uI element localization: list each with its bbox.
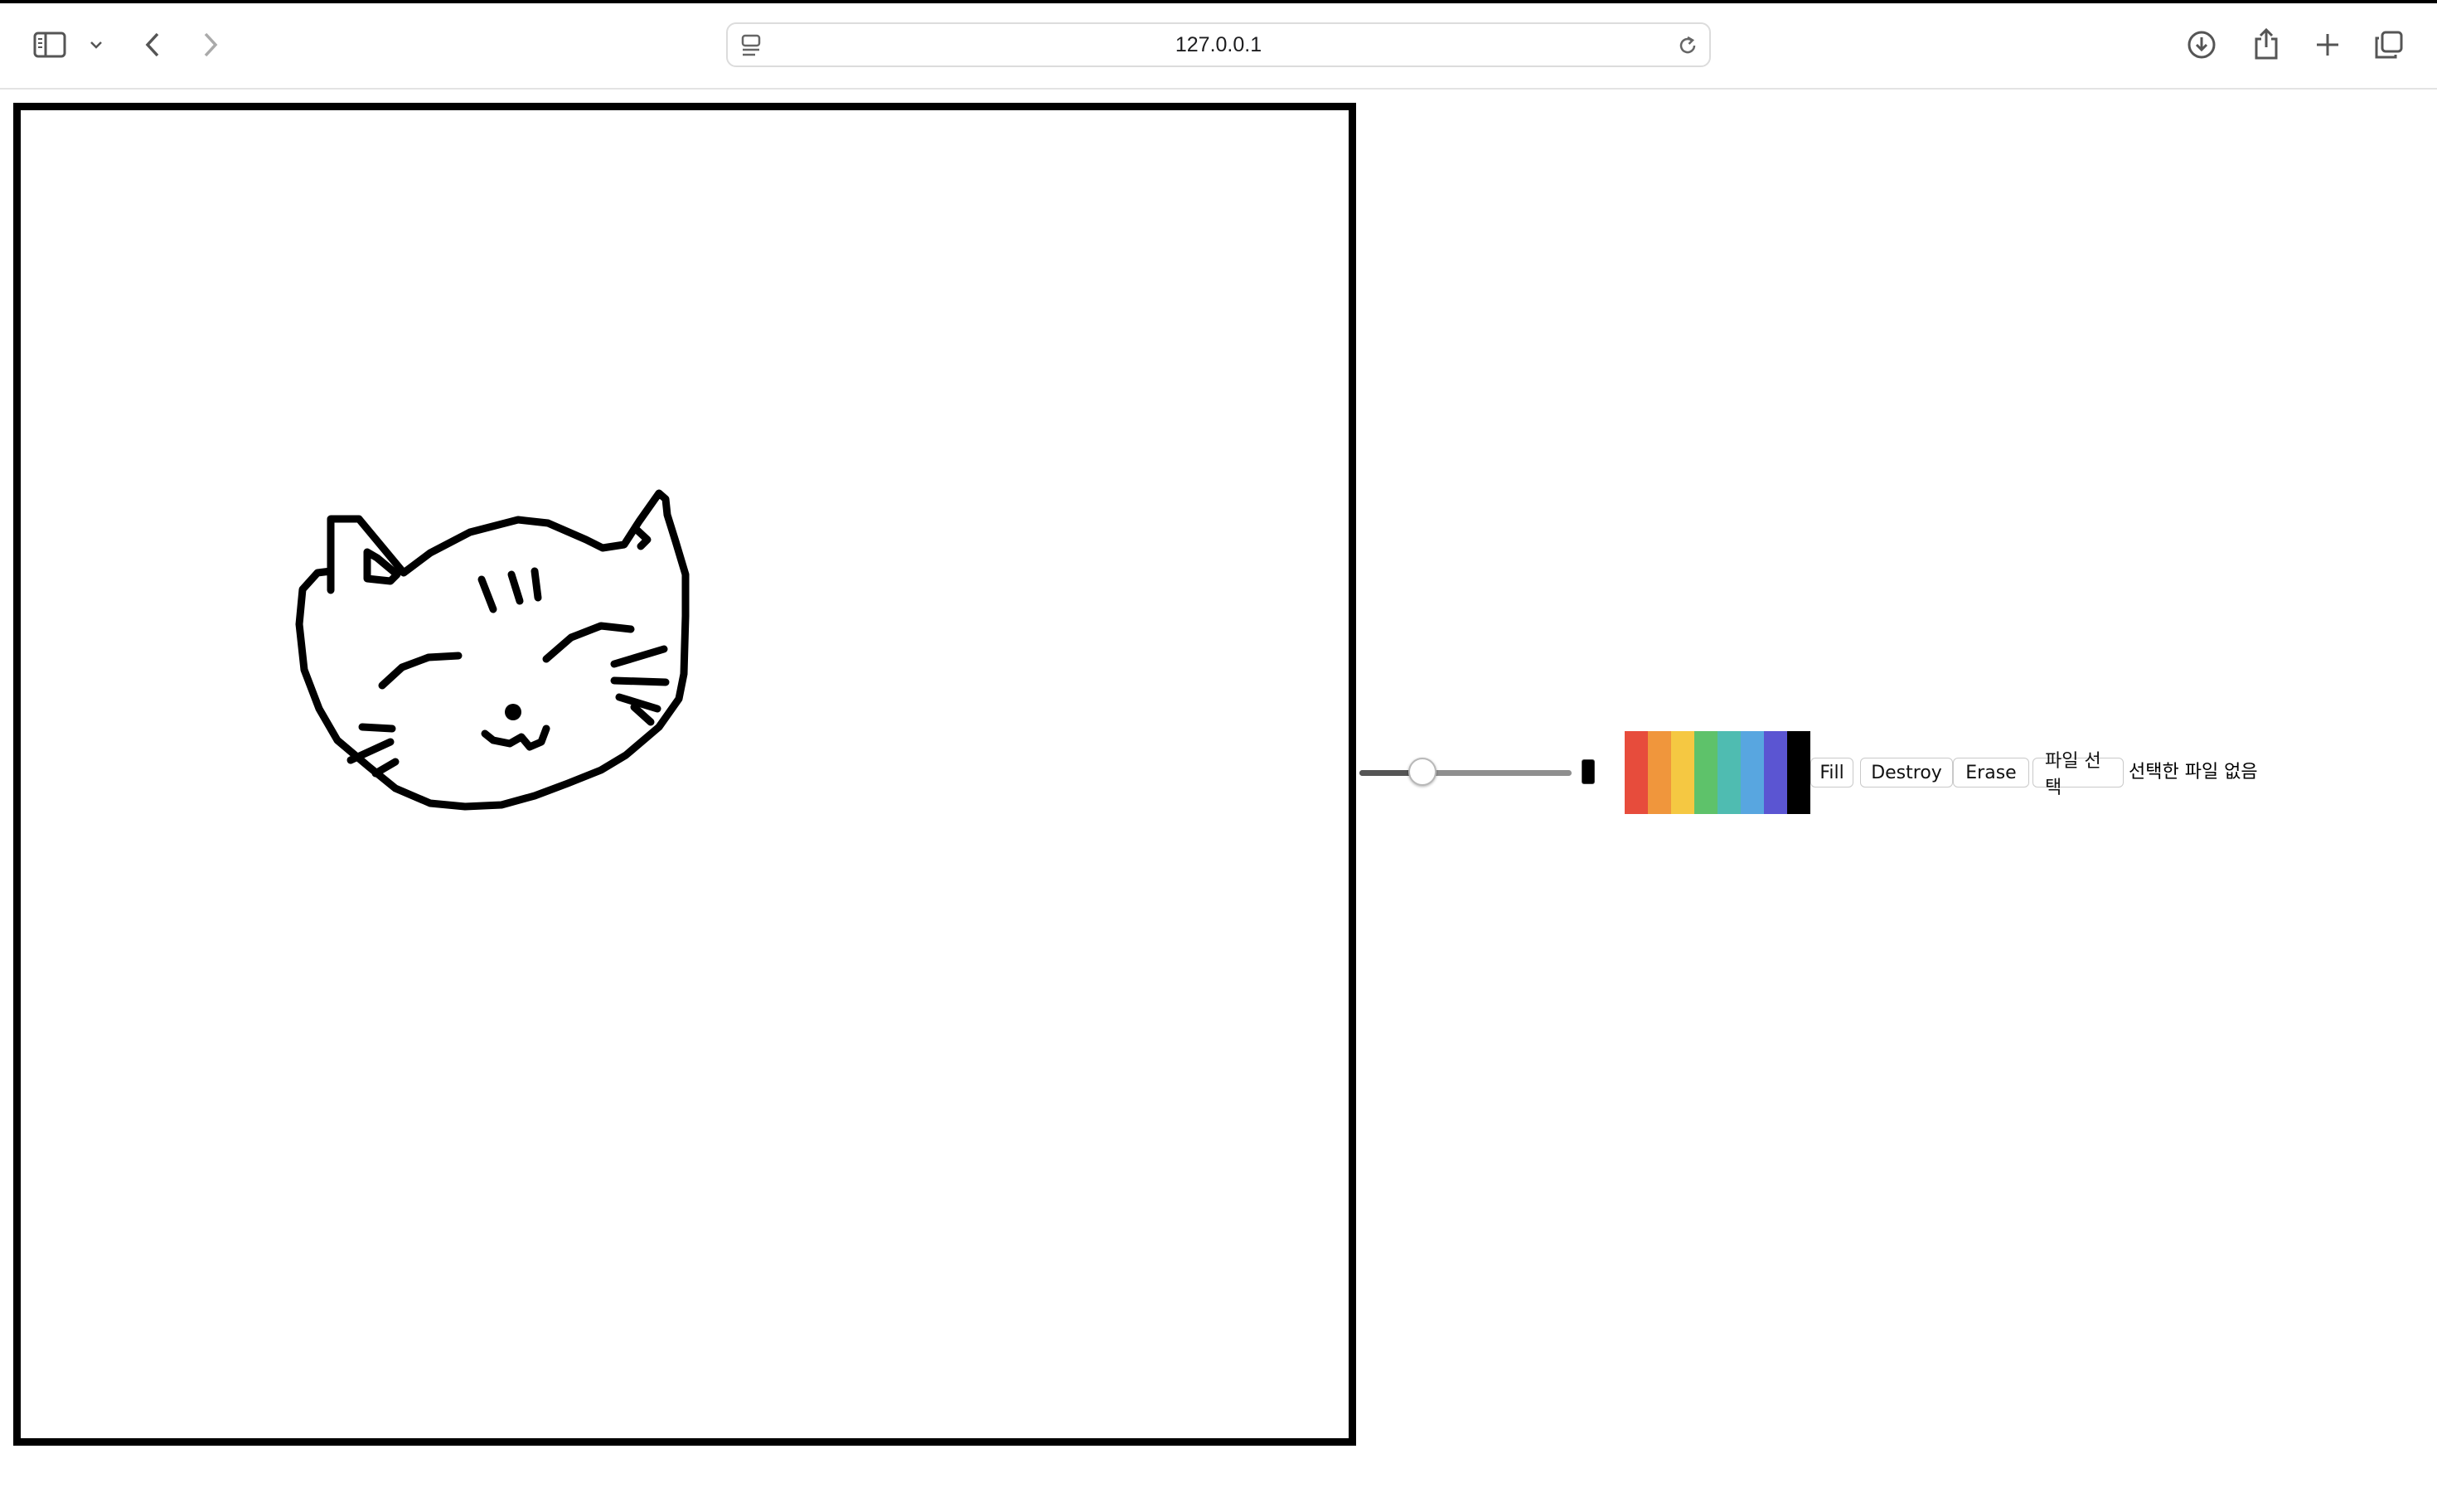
color-picker[interactable] [1582,759,1595,784]
color-swatch[interactable] [1787,731,1810,814]
reload-icon[interactable] [1674,32,1701,59]
file-status-text: 선택한 파일 없음 [2129,762,2258,783]
plus-icon[interactable] [2311,28,2344,61]
chevron-down-icon[interactable] [86,35,106,55]
file-select-button[interactable]: 파일 선택 [2032,751,2124,798]
tabs-icon[interactable] [2372,28,2406,61]
color-swatch[interactable] [1625,731,1648,814]
erase-button[interactable]: Erase [1953,758,2029,788]
share-icon[interactable] [2250,27,2283,61]
chevron-right-icon[interactable] [197,30,224,60]
cat-drawing [295,489,690,811]
destroy-button[interactable]: Destroy [1860,758,1953,788]
drawing-canvas[interactable] [13,103,1356,1446]
color-palette [1625,731,1810,814]
url-text[interactable]: 127.0.0.1 [728,24,1709,65]
download-icon[interactable] [2185,28,2218,61]
drawing-controls: Fill Destroy Erase 파일 선택 선택한 파일 없음 [1359,731,2354,814]
address-bar[interactable]: 127.0.0.1 [726,22,1711,67]
color-swatch[interactable] [1694,731,1718,814]
line-width-slider[interactable] [1359,756,1575,789]
chevron-left-icon[interactable] [139,30,166,60]
slider-thumb[interactable] [1407,758,1437,786]
page-content: Fill Destroy Erase 파일 선택 선택한 파일 없음 [0,90,2437,1512]
color-swatch[interactable] [1671,731,1694,814]
sidebar-icon[interactable] [31,28,68,61]
color-swatch[interactable] [1648,731,1671,814]
browser-toolbar: 127.0.0.1 [0,3,2437,90]
color-swatch[interactable] [1741,731,1764,814]
color-swatch[interactable] [1718,731,1741,814]
fill-button[interactable]: Fill [1810,758,1853,788]
color-swatch[interactable] [1764,731,1787,814]
